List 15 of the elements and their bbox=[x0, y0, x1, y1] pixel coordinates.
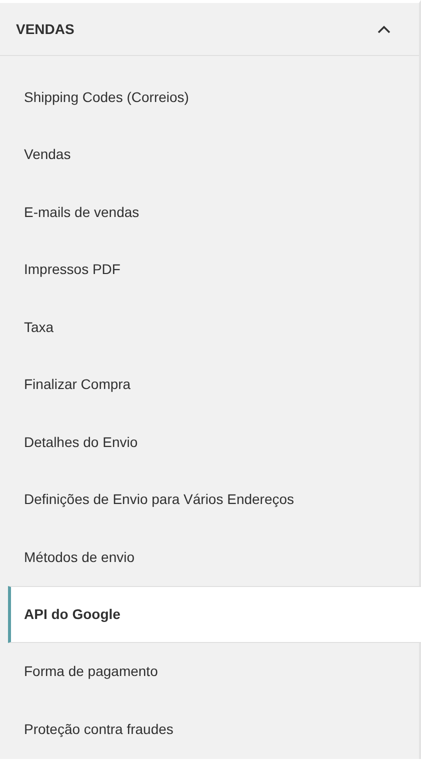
section-header[interactable]: VENDAS bbox=[0, 3, 419, 56]
nav-link[interactable]: Impressos PDF bbox=[8, 240, 421, 298]
nav-link[interactable]: API do Google bbox=[8, 586, 421, 642]
nav-link[interactable]: Definições de Envio para Vários Endereços bbox=[8, 470, 421, 528]
nav-link[interactable]: Proteção contra fraudes bbox=[8, 700, 421, 758]
nav-link[interactable]: Shipping Codes (Correios) bbox=[8, 68, 421, 126]
section-title: VENDAS bbox=[16, 21, 74, 37]
nav-link[interactable]: Vendas bbox=[8, 126, 421, 183]
nav-link[interactable]: Finalizar Compra bbox=[8, 356, 421, 413]
nav-link[interactable]: Taxa bbox=[8, 298, 421, 356]
nav-link[interactable]: E-mails de vendas bbox=[8, 183, 421, 240]
nav-link[interactable]: Detalhes do Envio bbox=[8, 413, 421, 470]
nav-link[interactable]: Métodos de envio bbox=[8, 528, 421, 586]
chevron-up-icon bbox=[377, 24, 391, 34]
nav-link[interactable]: Forma de pagamento bbox=[8, 642, 421, 700]
